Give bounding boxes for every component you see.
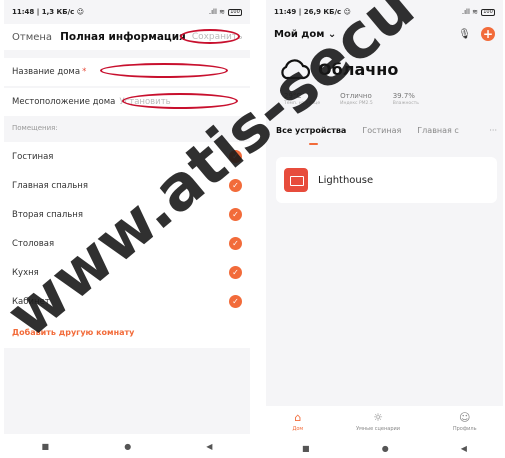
microphone-icon[interactable]: 🎙 (458, 29, 471, 40)
annotation-oval (100, 63, 228, 78)
room-item[interactable]: Вторая спальня ✓ (4, 200, 250, 229)
room-item[interactable]: Гостиная ✓ (4, 142, 250, 171)
required-mark: * (82, 67, 87, 77)
signal-icon: .ıll ≋ (461, 8, 478, 16)
weather-summary: Облачно (278, 58, 398, 80)
room-item[interactable]: Кухня ✓ (4, 258, 250, 287)
check-icon[interactable]: ✓ (229, 150, 242, 163)
home-selector[interactable]: Мой дом ⌄ (274, 29, 336, 40)
annotation-oval (122, 93, 238, 109)
room-name: Кабинет (12, 296, 50, 307)
home-nav-icon[interactable]: ● (124, 442, 131, 451)
device-card[interactable]: Lighthouse (276, 157, 497, 203)
room-name: Столовая (12, 238, 55, 249)
home-location-label: Местоположение дома (12, 97, 116, 107)
status-bar: 11:48 | 1,3 КБ/с ☺ .ıll ≋ 100 (4, 0, 250, 24)
stat-label: Индекс PM2.5 (340, 101, 373, 106)
left-phone-screen: 11:48 | 1,3 КБ/с ☺ .ıll ≋ 100 Отмена Пол… (4, 0, 250, 458)
battery-icon: 100 (228, 8, 242, 16)
annotation-oval (180, 29, 240, 44)
home-nav-icon[interactable]: ● (382, 444, 389, 453)
stat-value: Отлично (340, 92, 372, 100)
tab-home[interactable]: ⌂ Дом (292, 411, 303, 432)
status-icons: .ıll ≋ 100 (462, 8, 495, 16)
weather-condition: Облачно (318, 59, 399, 79)
check-icon[interactable]: ✓ (229, 179, 242, 192)
back-nav-icon[interactable]: ◀ (461, 444, 467, 453)
room-item[interactable]: Столовая ✓ (4, 229, 250, 258)
bottom-tab-bar: ⌂ Дом ☼ Умные сценарии ☺ Профиль (266, 406, 503, 436)
check-icon[interactable]: ✓ (229, 237, 242, 250)
recents-nav-icon[interactable]: ■ (302, 444, 310, 453)
add-room-row[interactable]: Добавить другую комнату (4, 316, 250, 348)
tab-profile[interactable]: ☺ Профиль (453, 411, 477, 432)
stat-label: Влажность (392, 101, 419, 106)
status-bar: 11:49 | 26,9 КБ/с ☺ .ıll ≋ 100 (266, 0, 503, 24)
cancel-button[interactable]: Отмена (12, 32, 52, 43)
add-button[interactable]: + (481, 27, 495, 41)
stat-label: Темп. на улице (284, 101, 321, 106)
room-tabs: Все устройства Гостиная Главная с ··· (276, 126, 497, 135)
check-icon[interactable]: ✓ (229, 208, 242, 221)
active-tab-indicator (309, 143, 318, 145)
sun-icon: ☼ (373, 410, 383, 424)
stat-value: 29°C (284, 92, 302, 100)
check-icon[interactable]: ✓ (229, 295, 242, 308)
room-name: Гостиная (12, 151, 54, 162)
room-name: Главная спальня (12, 180, 88, 191)
tab-all-devices[interactable]: Все устройства (276, 126, 346, 135)
status-time: 11:48 | 1,3 КБ/с ☺ (12, 8, 85, 16)
system-nav-bar: ■ ● ◀ (266, 436, 503, 458)
tab-label: Профиль (452, 425, 477, 432)
room-name: Вторая спальня (12, 209, 83, 220)
system-nav-bar: ■ ● ◀ (4, 434, 250, 458)
home-icon: ⌂ (294, 410, 302, 424)
device-icon (284, 168, 308, 192)
tab-label: Умные сценарии (356, 425, 400, 432)
device-name: Lighthouse (318, 174, 374, 186)
right-phone-screen: 11:49 | 26,9 КБ/с ☺ .ıll ≋ 100 Мой дом ⌄… (266, 0, 503, 458)
weather-stats: 29°C Темп. на улице Отлично Индекс PM2.5… (284, 92, 419, 106)
cloud-icon (281, 59, 310, 80)
stat-value: 39.7% (392, 92, 415, 100)
back-nav-icon[interactable]: ◀ (206, 442, 212, 451)
temperature-stat: 29°C Темп. на улице (284, 92, 320, 106)
check-icon[interactable]: ✓ (229, 266, 242, 279)
tab-living-room[interactable]: Гостиная (362, 126, 401, 135)
home-name-label: Название дома (12, 67, 81, 77)
room-name: Кухня (12, 267, 39, 278)
add-room-link[interactable]: Добавить другую комнату (12, 328, 134, 337)
signal-icon: .ıll ≋ (208, 8, 225, 16)
tab-smart-scenes[interactable]: ☼ Умные сценарии (356, 411, 400, 432)
page-title: Полная информация (60, 31, 186, 43)
pm25-stat: Отлично Индекс PM2.5 (340, 92, 373, 106)
tab-master-bedroom[interactable]: Главная с (417, 126, 459, 135)
more-tabs-icon[interactable]: ··· (489, 126, 497, 135)
profile-icon: ☺ (458, 410, 471, 424)
screenshot-canvas: 11:48 | 1,3 КБ/с ☺ .ıll ≋ 100 Отмена Пол… (0, 0, 505, 458)
room-item[interactable]: Кабинет ✓ (4, 287, 250, 316)
humidity-stat: 39.7% Влажность (393, 92, 419, 106)
status-icons: .ıll ≋ 100 (209, 8, 242, 16)
status-time: 11:49 | 26,9 КБ/с ☺ (274, 8, 351, 16)
recents-nav-icon[interactable]: ■ (42, 442, 50, 451)
battery-icon: 100 (481, 8, 495, 16)
home-header: Мой дом ⌄ 🎙 + (266, 24, 503, 44)
rooms-section-title: Помещения: (12, 124, 58, 132)
tab-label: Дом (292, 425, 304, 432)
room-item[interactable]: Главная спальня ✓ (4, 171, 250, 200)
